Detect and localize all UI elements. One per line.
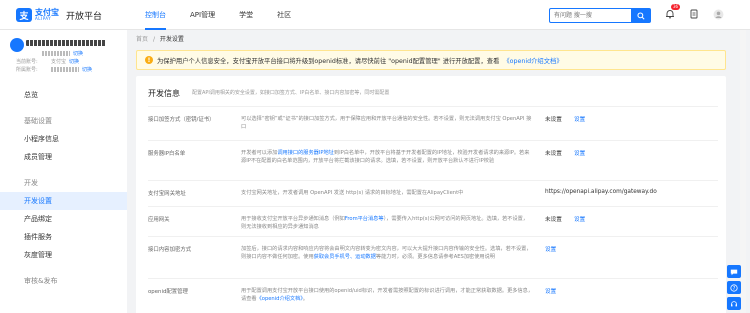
account-appid-row: 切换 (42, 50, 83, 57)
feedback-button[interactable] (727, 265, 741, 278)
row-label: 接口内容加密方式 (148, 247, 192, 253)
breadcrumb-home[interactable]: 首页 (136, 36, 148, 43)
nav-community[interactable]: 社区 (265, 0, 303, 30)
breadcrumb-separator: / (152, 36, 155, 43)
floating-tools: ? (727, 265, 741, 310)
sidebar-group-review-release: 审核&发布 (24, 277, 58, 285)
account-merchant-row: 所属账号: 切换 (16, 66, 92, 73)
sidebar-item-dev-settings[interactable]: 开发设置 (0, 192, 127, 210)
dev-info-panel: 开发信息 配置API调用相关的安全设置，如接口加签方式、IP白名单、接口内容加密… (136, 76, 726, 313)
switch-merchant-link[interactable]: 切换 (82, 66, 92, 73)
sidebar-item-gray-release[interactable]: 灰度管理 (0, 246, 127, 264)
user-icon (713, 9, 723, 19)
sidebar-item-plugin-service[interactable]: 插件服务 (0, 228, 127, 246)
account-current-label: 当前账号: (16, 59, 38, 65)
help-button[interactable]: ? (727, 281, 741, 294)
search-input[interactable] (550, 9, 632, 22)
status-text: 未设置 (545, 217, 562, 223)
account-merchant-label: 所属账号: (16, 67, 38, 73)
set-ip-whitelist-button[interactable]: 设置 (574, 149, 585, 157)
alipay-logo[interactable]: 支 支付宝 ALIPAY 开放平台 (16, 8, 102, 22)
row-description: 支付宝网关地址，开发者调用 OpenAPI 发送 http(s) 请求的目标地址… (241, 190, 464, 196)
sidebar-item-member-management[interactable]: 成员管理 (0, 148, 127, 166)
set-encryption-button[interactable]: 设置 (545, 245, 556, 253)
account-id-blurred (42, 51, 70, 56)
row-description: 加签后，接口的请求内容和响应内容将会由明文内容转变为密文内容，可以大大提升接口内… (241, 246, 532, 260)
sidebar-group-basic-settings: 基础设置 (24, 117, 52, 125)
status-text: 未设置 (545, 151, 562, 157)
account-avatar (10, 38, 24, 52)
ip-whitelist-link[interactable]: 调用接口的服务器IP地址 (277, 150, 334, 156)
openid-notice: ! 为保护用户个人信息安全，支付宝开放平台接口将升级到openid标准，请尽快前… (136, 50, 726, 70)
alipay-logo-icon: 支 (16, 8, 32, 22)
sidebar-item-miniapp-info[interactable]: 小程序信息 (0, 130, 127, 148)
sidebar-item-overview[interactable]: 总览 (0, 86, 127, 104)
help-icon: ? (730, 283, 738, 291)
row-label: 服务器IP白名单 (148, 151, 186, 157)
encryption-feature-link[interactable]: 获取会员手机号、运动数据 (314, 254, 376, 260)
headset-icon (731, 300, 737, 306)
account-merchant-blurred (51, 67, 79, 72)
account-card: 切换 当前账号: 支付宝 切换 所属账号: 切换 (8, 38, 123, 76)
notification-badge: 36 (671, 4, 681, 10)
breadcrumb-current: 开发设置 (159, 36, 184, 43)
row-label: openid配置管理 (148, 289, 188, 295)
set-openid-button[interactable]: 设置 (545, 287, 556, 295)
top-nav: 控制台 API管理 学堂 社区 (133, 0, 303, 30)
nav-academy[interactable]: 学堂 (227, 0, 265, 30)
nav-console[interactable]: 控制台 (133, 0, 178, 30)
row-content-encryption: 接口内容加密方式 加签后，接口的请求内容和响应内容将会由明文内容转变为密文内容，… (148, 236, 718, 278)
panel-title: 开发信息 (148, 89, 180, 98)
row-description: 用于接收支付宝开放平台异步通知消息（例如From平台消息等），需要传入http(… (241, 216, 529, 230)
notice-text: 为保护用户个人信息安全，支付宝开放平台接口将升级到openid标准，请尽快前往 … (157, 57, 500, 65)
openid-doc-link[interactable]: 《openid介绍文档》 (503, 56, 562, 65)
nav-api-management[interactable]: API管理 (178, 0, 227, 30)
user-avatar-button[interactable] (712, 8, 724, 20)
gateway-url-value: https://openapi.alipay.com/gateway.do (545, 189, 657, 195)
message-platform-link[interactable]: From平台消息等 (345, 216, 384, 222)
row-gateway-url: 支付宝网关地址 支付宝网关地址，开发者调用 OpenAPI 发送 http(s)… (148, 180, 718, 206)
sidebar-menu: 总览 基础设置 小程序信息 成员管理 开发 开发设置 产品绑定 插件服务 灰度管… (0, 86, 127, 290)
document-icon (690, 9, 698, 19)
bell-icon (666, 10, 674, 19)
search-box (549, 8, 651, 23)
panel-description: 配置API调用相关的安全设置，如接口加签方式、IP白名单、接口内容加密等，同时需… (192, 90, 390, 96)
row-app-gateway: 应用网关 用于接收支付宝开放平台异步通知消息（例如From平台消息等），需要传入… (148, 206, 718, 236)
sidebar-group-development: 开发 (24, 179, 38, 187)
logo-subname: ALIPAY (35, 16, 52, 21)
warning-icon: ! (145, 56, 153, 64)
row-ip-whitelist: 服务器IP白名单 开发者可以添加调用接口的服务器IP地址到IP白名单中，开放平台… (148, 140, 718, 180)
sidebar-item-product-binding[interactable]: 产品绑定 (0, 210, 127, 228)
set-app-gateway-button[interactable]: 设置 (574, 215, 585, 223)
account-current-value: 支付宝 (51, 59, 67, 65)
switch-account-link[interactable]: 切换 (69, 58, 79, 65)
platform-name: 开放平台 (66, 11, 103, 22)
search-icon (637, 11, 645, 20)
row-sign-method: 接口加签方式（密钥/证书） 可以选择“密钥”或“证书”的接口加签方式，用于保障应… (148, 106, 718, 140)
row-openid-config: openid配置管理 用于配置调用支付宝开放平台接口使用的openid/uid标… (148, 278, 718, 313)
header-icons: 36 (664, 4, 724, 20)
logo-text: 支付宝 ALIPAY (35, 9, 59, 21)
row-label: 支付宝网关地址 (148, 191, 186, 197)
service-button[interactable] (727, 297, 741, 310)
sidebar: 切换 当前账号: 支付宝 切换 所属账号: 切换 总览 基础设置 小程序信息 成… (0, 30, 127, 313)
account-name-blurred (26, 40, 106, 46)
openid-doc-link-inline[interactable]: 《openid介绍文档》 (257, 296, 303, 302)
row-label: 应用网关 (148, 217, 170, 223)
account-current-row: 当前账号: 支付宝 切换 (16, 58, 79, 65)
search-button[interactable] (631, 9, 650, 22)
document-button[interactable] (688, 8, 700, 20)
row-description: 开发者可以添加调用接口的服务器IP地址到IP白名单中，开放平台将基于开发者配置的… (241, 150, 530, 164)
row-description: 可以选择“密钥”或“证书”的接口加签方式，用于保障应用和开放平台通信的安全性。若… (241, 116, 532, 130)
breadcrumb: 首页 / 开发设置 (136, 34, 184, 43)
status-text: 未设置 (545, 117, 562, 123)
row-description: 用于配置调用支付宝开放平台接口使用的openid/uid标识，开发者需按照配置的… (241, 288, 534, 302)
main-content: 首页 / 开发设置 ! 为保护用户个人信息安全，支付宝开放平台接口将升级到ope… (136, 30, 726, 313)
chat-icon (730, 269, 738, 275)
notification-button[interactable]: 36 (664, 4, 681, 20)
top-bar: 支 支付宝 ALIPAY 开放平台 控制台 API管理 学堂 社区 36 (0, 0, 750, 30)
row-label: 接口加签方式（密钥/证书） (148, 117, 215, 123)
switch-app-link[interactable]: 切换 (73, 50, 83, 57)
set-sign-method-button[interactable]: 设置 (574, 115, 585, 123)
